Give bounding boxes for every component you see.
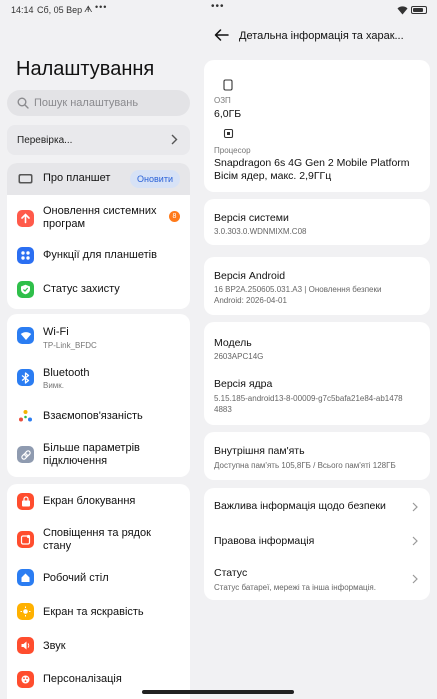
sidebar-item-display-brightness[interactable]: Екран та яскравість bbox=[7, 597, 190, 627]
cpu-label: Процесор bbox=[214, 146, 251, 155]
android-version-card: Версія Android 16 BP2A.250605.031.A3 | О… bbox=[204, 257, 430, 315]
sidebar-item-label: Про планшет bbox=[43, 172, 111, 184]
wifi-icon bbox=[17, 327, 34, 344]
storage-value: Доступна пам'ять 105,8ГБ / Всього пам'ят… bbox=[214, 461, 396, 470]
android-version-title: Версія Android bbox=[214, 270, 286, 282]
legal-info-label: Правова інформація bbox=[214, 535, 315, 547]
home-gesture-bar[interactable] bbox=[142, 690, 294, 694]
sidebar-item-bluetooth[interactable]: Bluetooth Вимк. bbox=[7, 359, 190, 397]
lock-icon bbox=[17, 493, 34, 510]
security-info-label: Важлива інформація щодо безпеки bbox=[214, 500, 386, 512]
kernel-title: Версія ядра bbox=[214, 378, 273, 390]
sidebar-item-tablet-features[interactable]: Функції для планшетів bbox=[7, 243, 190, 273]
sidebar-item-label: Персоналізація bbox=[43, 673, 122, 685]
sidebar-item-notifications[interactable]: Сповіщення та рядок стану bbox=[7, 520, 190, 560]
sidebar-item-label: Екран та яскравість bbox=[43, 606, 144, 618]
home-icon bbox=[17, 569, 34, 586]
apps-grid-icon bbox=[17, 247, 34, 264]
sidebar-item-label: Звук bbox=[43, 640, 66, 652]
update-check-label: Перевірка... bbox=[17, 135, 73, 146]
sidebar-item-label: Більше параметрів підключення bbox=[43, 442, 140, 467]
ram-chip-icon bbox=[223, 79, 233, 91]
interconnect-dots-icon bbox=[17, 408, 34, 425]
settings-group-connectivity: Wi-Fi TP-Link_BFDC Bluetooth Вимк. Взаєм… bbox=[7, 314, 190, 477]
cpu-cores: Вісім ядер, макс. 2,9ГГц bbox=[214, 170, 332, 182]
legal-links-card: Важлива інформація щодо безпеки Правова … bbox=[204, 488, 430, 600]
tablet-icon bbox=[17, 170, 34, 187]
link-icon bbox=[17, 446, 34, 463]
brightness-icon bbox=[17, 603, 34, 620]
sidebar-item-home-screen[interactable]: Робочий стіл bbox=[7, 564, 190, 594]
sidebar-item-wifi[interactable]: Wi-Fi TP-Link_BFDC bbox=[7, 317, 190, 355]
sidebar-item-sound[interactable]: Звук bbox=[7, 631, 190, 661]
hardware-card: ОЗП 6,0ГБ Процесор Snapdragon 6s 4G Gen … bbox=[204, 60, 430, 192]
speaker-icon bbox=[17, 637, 34, 654]
cpu-chip-icon bbox=[223, 128, 234, 139]
cpu-model: Snapdragon 6s 4G Gen 2 Mobile Platform bbox=[214, 157, 410, 169]
ram-label: ОЗП bbox=[214, 96, 231, 105]
android-security-patch: Android: 2026-04-01 bbox=[214, 296, 287, 305]
notification-icon bbox=[17, 531, 34, 548]
status-row[interactable]: Статус Статус батареї, мережі та інша ін… bbox=[204, 558, 430, 600]
sidebar-item-sub: TP-Link_BFDC bbox=[43, 341, 97, 350]
bluetooth-icon bbox=[17, 369, 34, 386]
storage-card[interactable]: Внутрішня пам'ять Доступна пам'ять 105,8… bbox=[204, 432, 430, 480]
model-title: Модель bbox=[214, 337, 252, 349]
shield-check-icon bbox=[17, 281, 34, 298]
settings-group-display: Екран блокування Сповіщення та рядок ста… bbox=[7, 484, 190, 699]
search-input[interactable] bbox=[34, 94, 184, 112]
page-title: Налаштування bbox=[16, 58, 155, 80]
sidebar-item-label: Оновлення системних програм bbox=[43, 205, 157, 230]
storage-title: Внутрішня пам'ять bbox=[214, 445, 305, 457]
sidebar-item-label: Bluetooth bbox=[43, 367, 90, 379]
detail-title: Детальна інформація та харак... bbox=[239, 30, 404, 42]
sidebar-item-about-tablet[interactable]: Про планшет Оновити bbox=[7, 163, 190, 195]
chevron-right-icon bbox=[412, 536, 418, 546]
palette-icon bbox=[17, 671, 34, 688]
ram-value: 6,0ГБ bbox=[214, 108, 242, 120]
security-info-row[interactable]: Важлива інформація щодо безпеки bbox=[204, 488, 430, 524]
settings-group-device: Про планшет Оновити Оновлення системних … bbox=[7, 163, 190, 309]
status-title: Статус bbox=[214, 567, 248, 579]
sidebar-item-interconnectivity[interactable]: Взаємопов'язаність bbox=[7, 402, 190, 432]
os-version-value: 3.0.303.0.WDNMIXM.C08 bbox=[214, 227, 307, 236]
sidebar-item-more-connection[interactable]: Більше параметрів підключення bbox=[7, 436, 190, 474]
sidebar-item-label: Функції для планшетів bbox=[43, 249, 157, 261]
sidebar-item-label: Wi-Fi bbox=[43, 326, 69, 338]
sidebar-item-sub: Вимк. bbox=[43, 381, 65, 390]
sidebar-item-label: Статус захисту bbox=[43, 283, 120, 295]
os-version-card: Версія системи 3.0.303.0.WDNMIXM.C08 bbox=[204, 199, 430, 245]
notification-badge: 8 bbox=[169, 211, 180, 222]
android-version-build: 16 BP2A.250605.031.A3 | Оновлення безпек… bbox=[214, 285, 382, 294]
legal-info-row[interactable]: Правова інформація bbox=[204, 524, 430, 558]
back-arrow-icon[interactable] bbox=[214, 29, 229, 41]
chevron-right-icon bbox=[171, 134, 178, 145]
sidebar-item-lock-screen[interactable]: Екран блокування bbox=[7, 486, 190, 516]
sidebar-item-system-apps-update[interactable]: Оновлення системних програм 8 bbox=[7, 200, 190, 238]
search-icon bbox=[17, 97, 29, 109]
kernel-value: 5.15.185-android13-8-00009-g7c5bafa21e84… bbox=[214, 394, 403, 403]
model-value: 2603APC14G bbox=[214, 352, 264, 361]
update-check-card[interactable]: Перевірка... bbox=[7, 125, 190, 155]
sidebar-item-protection-status[interactable]: Статус захисту bbox=[7, 276, 190, 306]
os-version-title: Версія системи bbox=[214, 212, 289, 224]
status-sub: Статус батареї, мережі та інша інформаці… bbox=[214, 583, 376, 592]
sidebar-item-label: Робочий стіл bbox=[43, 572, 109, 584]
model-kernel-card: Модель 2603APC14G Версія ядра 5.15.185-a… bbox=[204, 322, 430, 425]
detail-pane: Детальна інформація та харак... ОЗП 6,0Г… bbox=[197, 0, 437, 699]
sidebar-item-label: Екран блокування bbox=[43, 495, 136, 507]
sidebar-item-label: Взаємопов'язаність bbox=[43, 410, 143, 422]
settings-list-pane: Налаштування Перевірка... Про планшет Он… bbox=[0, 0, 197, 699]
update-button[interactable]: Оновити bbox=[130, 170, 180, 188]
chevron-right-icon bbox=[412, 502, 418, 512]
update-arrow-icon bbox=[17, 210, 34, 227]
kernel-value-cont: 4883 bbox=[214, 405, 232, 414]
sidebar-item-label: Сповіщення та рядок стану bbox=[43, 527, 151, 552]
chevron-right-icon bbox=[412, 574, 418, 584]
search-bar[interactable] bbox=[7, 90, 190, 116]
